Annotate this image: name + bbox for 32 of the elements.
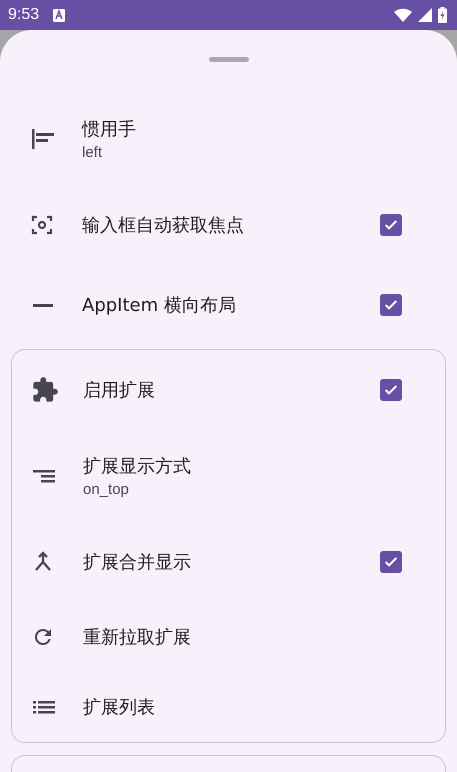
setting-title: 扩展显示方式: [83, 455, 192, 478]
setting-title: AppItem 横向布局: [82, 294, 237, 317]
settings-row[interactable]: 惯用手 left: [0, 93, 457, 185]
settings-row[interactable]: 扩展显示方式 on_top: [12, 430, 445, 522]
settings-row[interactable]: 扩展合并显示: [12, 522, 445, 602]
clock: 9:53: [8, 6, 40, 24]
checkbox[interactable]: [380, 294, 402, 316]
checkbox[interactable]: [380, 551, 402, 573]
setting-title: 扩展列表: [83, 696, 156, 719]
checkbox[interactable]: [380, 214, 402, 236]
wifi-icon: [394, 8, 412, 22]
notification-icon: [53, 8, 66, 22]
checkbox[interactable]: [380, 379, 402, 401]
battery-icon: [438, 7, 447, 23]
setting-title: 扩展合并显示: [83, 551, 192, 574]
setting-title: 重新拉取扩展: [83, 626, 192, 649]
settings-row[interactable]: 输入框自动获取焦点: [0, 185, 457, 265]
setting-value: on_top: [83, 481, 130, 498]
settings-row[interactable]: 启用扩展: [12, 350, 445, 430]
setting-value: left: [82, 144, 104, 161]
setting-title: 惯用手: [82, 118, 137, 141]
setting-title: 输入框自动获取焦点: [82, 214, 245, 237]
setting-title: 启用扩展: [83, 379, 156, 402]
align-left-icon: [30, 127, 56, 151]
settings-row[interactable]: AppItem 横向布局: [0, 265, 457, 345]
drag-handle[interactable]: [208, 57, 248, 62]
signal-icon: [418, 8, 432, 22]
minus-icon: [33, 304, 53, 306]
settings-row[interactable]: 重新拉取扩展: [12, 602, 445, 672]
settings-row[interactable]: 扩展列表: [12, 672, 445, 742]
puzzle-icon: [31, 376, 59, 404]
focus-frame-icon: [30, 213, 54, 237]
